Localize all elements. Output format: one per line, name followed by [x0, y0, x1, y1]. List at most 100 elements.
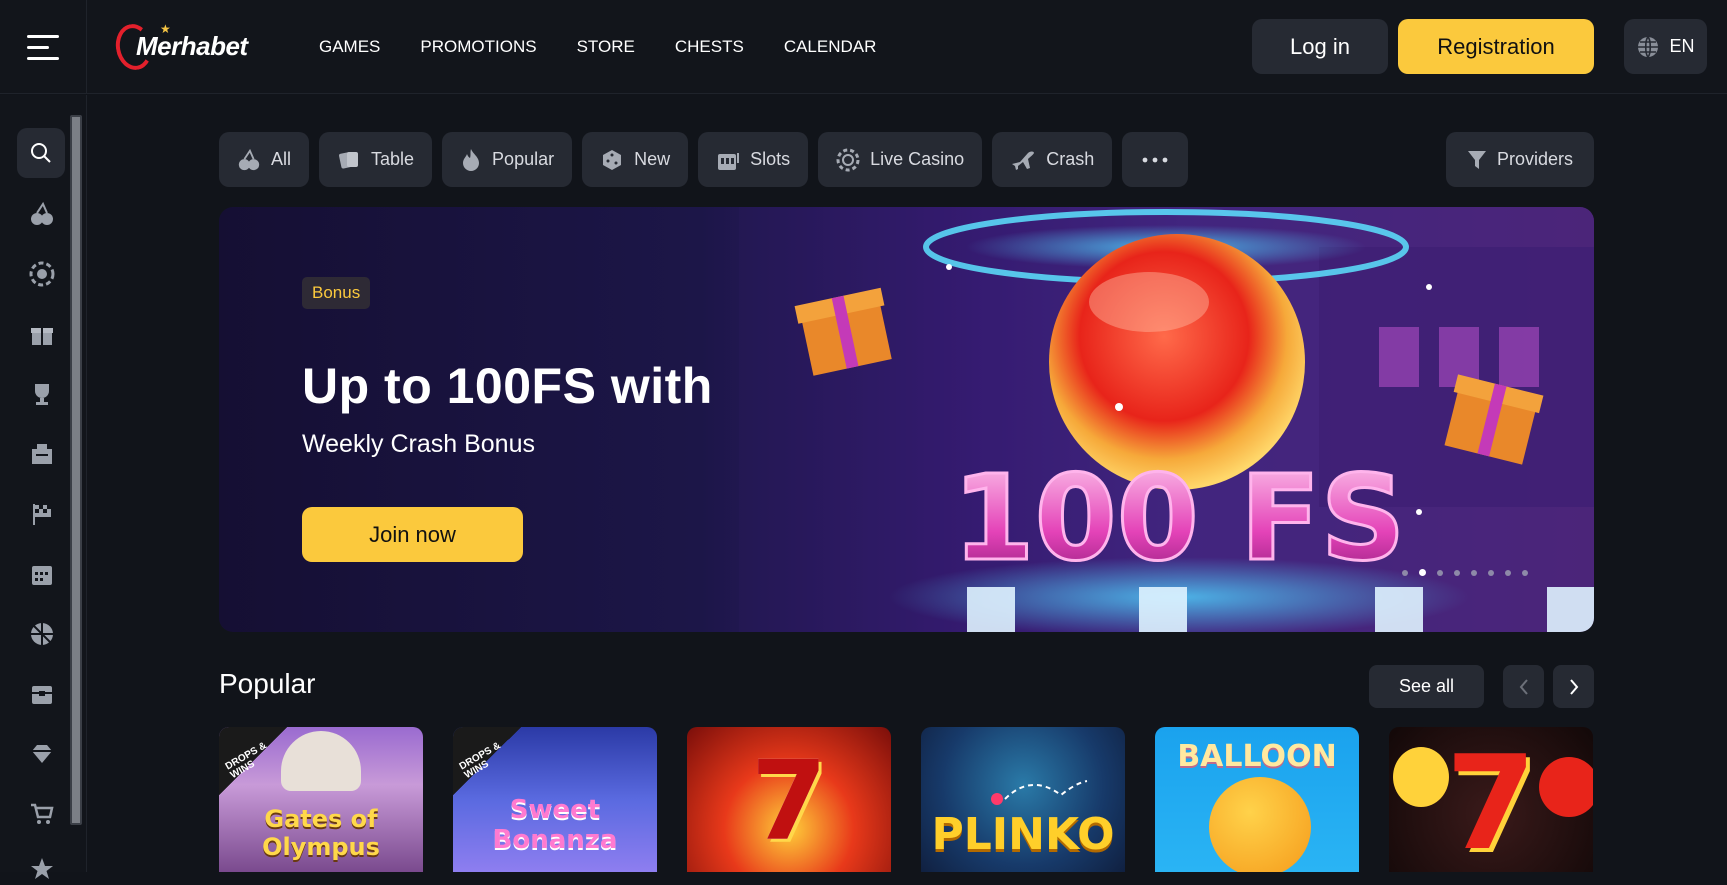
filter-new[interactable]: New: [582, 132, 689, 187]
star-icon: [31, 858, 53, 879]
search-icon: [31, 143, 51, 163]
sidebar-store[interactable]: [26, 798, 58, 830]
filter-label: New: [634, 149, 671, 169]
cherries-icon: [238, 148, 260, 170]
chevron-right-icon: [1569, 678, 1578, 695]
top-header: ★ Merhabet GAMES PROMOTIONS STORE CHESTS…: [0, 0, 1727, 94]
sidebar-scrollbar[interactable]: [70, 115, 82, 825]
game-title: BALLOON: [1177, 739, 1337, 774]
game-title: 7: [1445, 727, 1537, 872]
providers-label: Providers: [1496, 149, 1574, 169]
ticket-icon: [32, 444, 52, 464]
carousel-dot[interactable]: [1454, 569, 1460, 576]
filter-live-casino[interactable]: Live Casino: [818, 132, 983, 187]
filter-more-button[interactable]: [1122, 132, 1189, 187]
chevron-left-icon: [1519, 678, 1528, 695]
carousel-dot-active[interactable]: [1419, 569, 1426, 576]
cherries-icon: [31, 201, 53, 225]
providers-button[interactable]: Providers: [1446, 132, 1594, 187]
sidebar-lottery[interactable]: [26, 438, 58, 470]
more-dots-icon: [1142, 157, 1168, 162]
sidebar-races[interactable]: [26, 498, 58, 530]
game-card-fire-7[interactable]: 7: [687, 727, 891, 872]
sidebar-search-button[interactable]: [17, 128, 65, 178]
calendar-icon: [32, 566, 52, 585]
gift-icon: [31, 328, 53, 345]
sidebar-slots[interactable]: [26, 198, 58, 230]
sidebar-live-casino[interactable]: [26, 258, 58, 290]
carousel-dot[interactable]: [1488, 569, 1494, 576]
promo-banner[interactable]: 100 FS Bonus Up to 100FS with Weekly Cra…: [219, 207, 1594, 632]
nav-games[interactable]: GAMES: [319, 37, 380, 57]
drops-wins-ribbon: DROPS & WINS: [453, 727, 521, 797]
join-now-button[interactable]: Join now: [302, 507, 523, 562]
plane-icon: [1012, 151, 1035, 170]
chip-icon: [836, 148, 860, 171]
game-card-fruit-7[interactable]: 7: [1389, 727, 1593, 872]
filter-slots[interactable]: Slots: [698, 132, 809, 187]
carousel-dot[interactable]: [1471, 569, 1477, 576]
next-arrow-button[interactable]: [1553, 665, 1594, 708]
cart-icon: [31, 803, 54, 824]
sidebar-sports[interactable]: [26, 618, 58, 650]
filter-table[interactable]: Table: [319, 132, 433, 187]
registration-button[interactable]: Registration: [1398, 19, 1594, 74]
site-logo[interactable]: ★ Merhabet: [112, 20, 248, 73]
globe-icon: [1638, 35, 1659, 58]
carousel-dot[interactable]: [1505, 569, 1511, 576]
game-title: 7: [750, 737, 828, 865]
cards-icon: [339, 151, 359, 168]
see-all-button[interactable]: See all: [1369, 665, 1484, 708]
main-nav: GAMES PROMOTIONS STORE CHESTS CALENDAR: [319, 0, 876, 94]
diamond-icon: [32, 745, 52, 763]
carousel-dot[interactable]: [1437, 569, 1443, 576]
banner-title: Up to 100FS with: [302, 358, 713, 414]
live-casino-icon: [29, 261, 55, 287]
carousel-dot[interactable]: [1522, 569, 1528, 576]
nav-promotions[interactable]: PROMOTIONS: [420, 37, 536, 57]
drops-wins-ribbon: DROPS & WINS: [219, 727, 287, 797]
filter-label: Popular: [492, 149, 555, 169]
game-title: Sweet Bonanza: [492, 795, 618, 855]
sidebar-promotions[interactable]: [26, 318, 58, 350]
fire-icon: [463, 148, 480, 171]
dice-icon: [603, 149, 622, 170]
trophy-icon: [35, 384, 49, 405]
game-card-balloon[interactable]: BALLOON: [1155, 727, 1359, 872]
language-selector[interactable]: EN: [1624, 19, 1707, 74]
menu-button[interactable]: [0, 0, 87, 94]
bonus-badge: Bonus: [302, 277, 371, 309]
filter-crash[interactable]: Crash: [992, 132, 1113, 187]
game-title: PLINKO: [931, 809, 1115, 860]
carousel-dot[interactable]: [1402, 569, 1408, 576]
nav-store[interactable]: STORE: [577, 37, 635, 57]
game-title: Gates of Olympus: [262, 805, 380, 861]
nav-calendar[interactable]: CALENDAR: [784, 37, 877, 57]
login-button[interactable]: Log in: [1252, 19, 1388, 74]
sidebar-favorites[interactable]: [26, 853, 58, 885]
sidebar-chests[interactable]: [26, 678, 58, 710]
filter-label: All: [271, 149, 292, 169]
sidebar: [0, 95, 87, 879]
language-label: EN: [1669, 36, 1695, 56]
sports-ball-icon: [31, 623, 53, 645]
filter-label: Table: [371, 149, 415, 169]
game-card-sweet-bonanza[interactable]: DROPS & WINS Sweet Bonanza: [453, 727, 657, 872]
prev-arrow-button[interactable]: [1503, 665, 1544, 708]
nav-chests[interactable]: CHESTS: [675, 37, 744, 57]
carousel-dots: [1402, 569, 1528, 576]
sidebar-vip[interactable]: [26, 738, 58, 770]
filter-popular[interactable]: Popular: [442, 132, 573, 187]
section-title-popular: Popular: [219, 668, 316, 699]
game-card-plinko[interactable]: PLINKO: [921, 727, 1125, 872]
category-filters: All Table Popular New Slots Live Casino …: [219, 132, 1189, 187]
sidebar-calendar[interactable]: [26, 558, 58, 590]
sidebar-tournaments[interactable]: [26, 378, 58, 410]
filter-all[interactable]: All: [219, 132, 310, 187]
hamburger-icon: [27, 34, 59, 60]
filter-label: Crash: [1046, 149, 1095, 169]
chest-icon: [32, 686, 52, 704]
game-card-gates-of-olympus[interactable]: DROPS & WINS Gates of Olympus: [219, 727, 423, 872]
logo-text: Merhabet: [136, 30, 248, 61]
filter-label: Live Casino: [870, 149, 965, 169]
